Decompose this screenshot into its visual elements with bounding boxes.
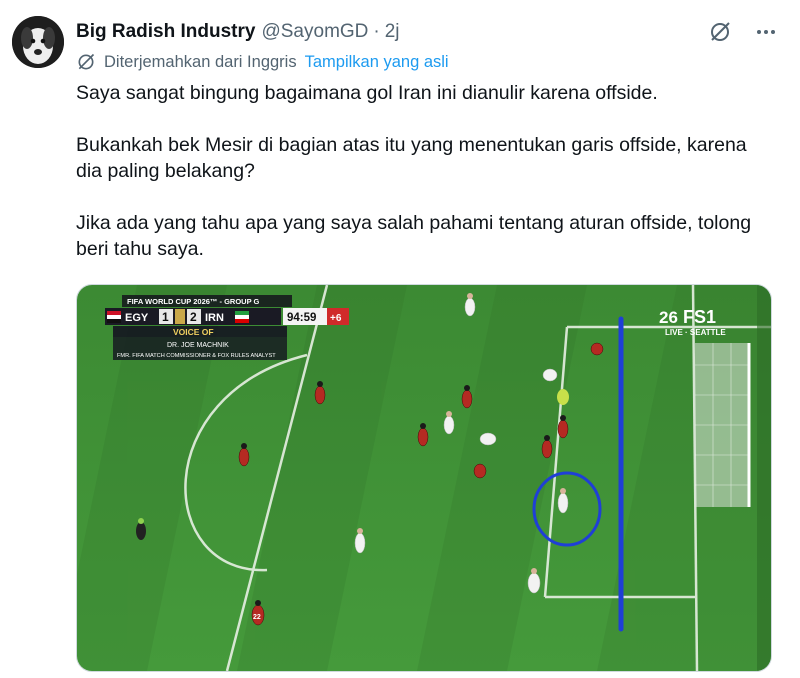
away-team: IRN	[205, 312, 224, 324]
translation-note: Diterjemahkan dari Inggris Tampilkan yan…	[76, 52, 449, 72]
tweet-paragraph: Saya sangat bingung bagaimana gol Iran i…	[76, 82, 658, 104]
grok-icon[interactable]	[708, 20, 732, 44]
translate-icon	[76, 52, 96, 72]
competition-label: FIFA WORLD CUP 2026™ - GROUP G	[127, 297, 260, 306]
tweet-text: Saya sangat bingung bagaimana gol Iran i…	[76, 80, 776, 262]
away-score: 2	[190, 310, 197, 324]
separator-dot: ·	[373, 21, 380, 42]
author-avatar[interactable]	[12, 16, 64, 68]
live-location: LIVE · SEATTLE	[665, 328, 726, 337]
match-clock: 94:59	[287, 312, 316, 324]
tweet-paragraph: Bukankah bek Mesir di bagian atas itu ya…	[76, 134, 747, 182]
show-original-link[interactable]: Tampilkan yang asli	[305, 53, 449, 72]
tweet-paragraph: Jika ada yang tahu apa yang saya salah p…	[76, 212, 752, 260]
home-team: EGY	[125, 312, 149, 324]
home-score: 1	[162, 310, 169, 324]
translation-label: Diterjemahkan dari Inggris	[104, 52, 297, 71]
tweet-header: Big Radish Industry @SayomGD · 2j	[76, 20, 400, 44]
more-icon[interactable]	[754, 20, 778, 44]
author-handle[interactable]: @SayomGD	[261, 21, 368, 43]
author-name[interactable]: Big Radish Industry	[76, 21, 255, 43]
analyst-title: FMR. FIFA MATCH COMMISSIONER & FOX RULES…	[117, 353, 276, 359]
svg-text:26: 26	[659, 308, 678, 327]
tweet-media-image[interactable]: 22 FIFA WORLD CUP 2026™ - GROUP G EGY 1 …	[76, 284, 772, 672]
tweet-actions-top	[708, 20, 778, 44]
analyst-name: DR. JOE MACHNIK	[167, 342, 229, 349]
tweet-timestamp[interactable]: 2j	[385, 21, 400, 43]
added-time: +6	[330, 313, 342, 324]
football-pitch-broadcast: 22 FIFA WORLD CUP 2026™ - GROUP G EGY 1 …	[77, 285, 771, 671]
player-number: 22	[253, 614, 261, 621]
network-logo: FS1	[683, 307, 716, 327]
voice-of-label: VOICE OF	[173, 327, 214, 337]
